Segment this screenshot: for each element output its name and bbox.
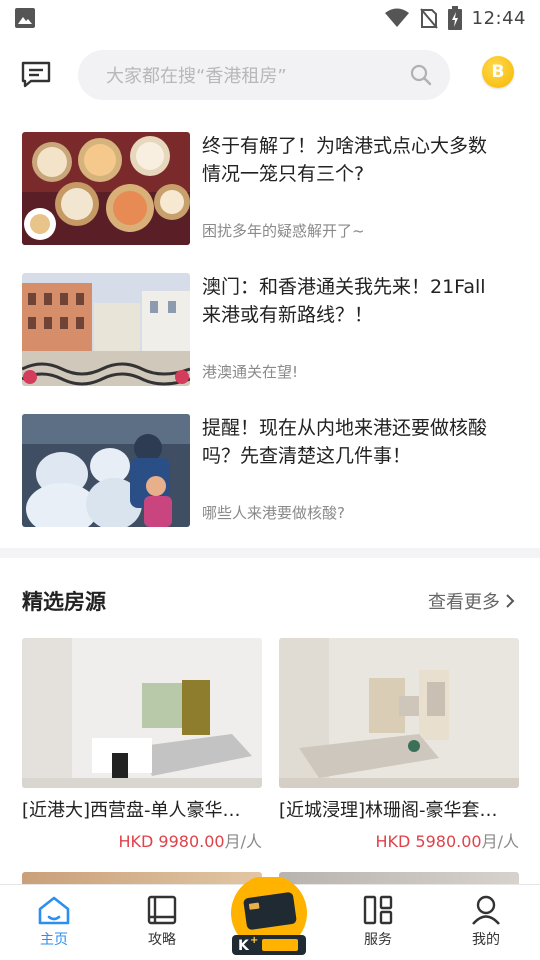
nav-guide[interactable]: 攻略 bbox=[122, 895, 202, 949]
user-icon bbox=[472, 895, 500, 925]
k-card-icon: K + bbox=[231, 875, 307, 955]
article-subtitle: 哪些人来港要做核酸? bbox=[202, 504, 345, 522]
status-time: 12:44 bbox=[471, 7, 526, 29]
article-thumbnail-covid-test bbox=[22, 414, 190, 527]
coin-button[interactable]: B bbox=[482, 56, 514, 88]
message-button[interactable] bbox=[20, 58, 52, 90]
search-icon[interactable] bbox=[410, 64, 432, 86]
section-divider bbox=[0, 548, 540, 558]
nav-label: 主页 bbox=[40, 932, 68, 948]
status-bar: 12:44 bbox=[0, 0, 540, 36]
search-input[interactable]: 大家都在搜“香港租房” bbox=[78, 50, 450, 100]
listing-price-unit: 月/人 bbox=[224, 832, 262, 851]
coin-label: B bbox=[491, 62, 505, 82]
message-icon bbox=[21, 61, 51, 88]
listing-price-amount: HKD 9980.00 bbox=[118, 832, 225, 851]
listing-card[interactable]: [近城浸理]林珊阁-豪华套… HKD 5980.00月/人 bbox=[279, 638, 519, 852]
listing-price: HKD 9980.00月/人 bbox=[22, 828, 263, 852]
gallery-notification-icon bbox=[15, 8, 35, 28]
see-more-link[interactable]: 查看更多 bbox=[428, 588, 516, 614]
article-title: 提醒！现在从内地来港还要做核酸吗？先查清楚这几件事！ bbox=[202, 417, 488, 467]
article-thumbnail-macau bbox=[22, 273, 190, 386]
home-icon bbox=[38, 896, 70, 925]
grid-icon bbox=[363, 895, 393, 925]
nav-k-butler[interactable]: K + bbox=[228, 875, 314, 957]
header: 大家都在搜“香港租房” B bbox=[0, 46, 540, 102]
article-subtitle: 困扰多年的疑惑解开了~ bbox=[202, 222, 365, 240]
article-item[interactable]: 澳门：和香港通关我先来！21Fall来港或有新路线？！ 港澳通关在望! bbox=[22, 273, 522, 387]
listing-name: [近港大]西营盘-单人豪华… bbox=[22, 800, 241, 821]
no-sim-icon bbox=[419, 8, 438, 29]
article-thumbnail-dimsum bbox=[22, 132, 190, 245]
nav-label: 我的 bbox=[472, 932, 500, 948]
article-item[interactable]: 提醒！现在从内地来港还要做核酸吗？先查清楚这几件事！ 哪些人来港要做核酸? bbox=[22, 414, 522, 528]
nav-label: 攻略 bbox=[148, 932, 176, 948]
nav-profile[interactable]: 我的 bbox=[446, 895, 526, 949]
svg-text:K: K bbox=[238, 938, 250, 954]
search-placeholder: 大家都在搜“香港租房” bbox=[106, 66, 287, 87]
featured-section-title: 精选房源 bbox=[22, 590, 106, 614]
listing-price-unit: 月/人 bbox=[481, 832, 519, 851]
nav-services[interactable]: 服务 bbox=[338, 895, 418, 949]
listing-photo bbox=[22, 638, 262, 788]
article-title: 终于有解了！为啥港式点心大多数情况一笼只有三个? bbox=[202, 135, 488, 185]
listing-name: [近城浸理]林珊阁-豪华套… bbox=[279, 800, 498, 821]
article-item[interactable]: 终于有解了！为啥港式点心大多数情况一笼只有三个? 困扰多年的疑惑解开了~ bbox=[22, 132, 522, 246]
bottom-nav: 主页 攻略 K + 服务 我的 bbox=[0, 875, 540, 960]
article-title: 澳门：和香港通关我先来！21Fall来港或有新路线？！ bbox=[202, 276, 486, 326]
nav-home[interactable]: 主页 bbox=[14, 895, 94, 949]
listing-price-amount: HKD 5980.00 bbox=[375, 832, 482, 851]
listing-photo bbox=[279, 638, 519, 788]
battery-charging-icon bbox=[447, 6, 462, 30]
home-screen: 12:44 大家都在搜“香港租房” B 终于有解了！为啥港式点心大多数情况一笼只… bbox=[0, 0, 540, 960]
article-subtitle: 港澳通关在望! bbox=[202, 363, 299, 381]
see-more-label: 查看更多 bbox=[428, 592, 500, 613]
wifi-icon bbox=[384, 8, 409, 27]
nav-label: 服务 bbox=[364, 932, 392, 948]
chevron-right-icon bbox=[506, 594, 515, 608]
svg-text:+: + bbox=[250, 935, 258, 946]
book-icon bbox=[147, 895, 177, 925]
listing-price: HKD 5980.00月/人 bbox=[279, 828, 520, 852]
listing-card[interactable]: [近港大]西营盘-单人豪华… HKD 9980.00月/人 bbox=[22, 638, 262, 852]
